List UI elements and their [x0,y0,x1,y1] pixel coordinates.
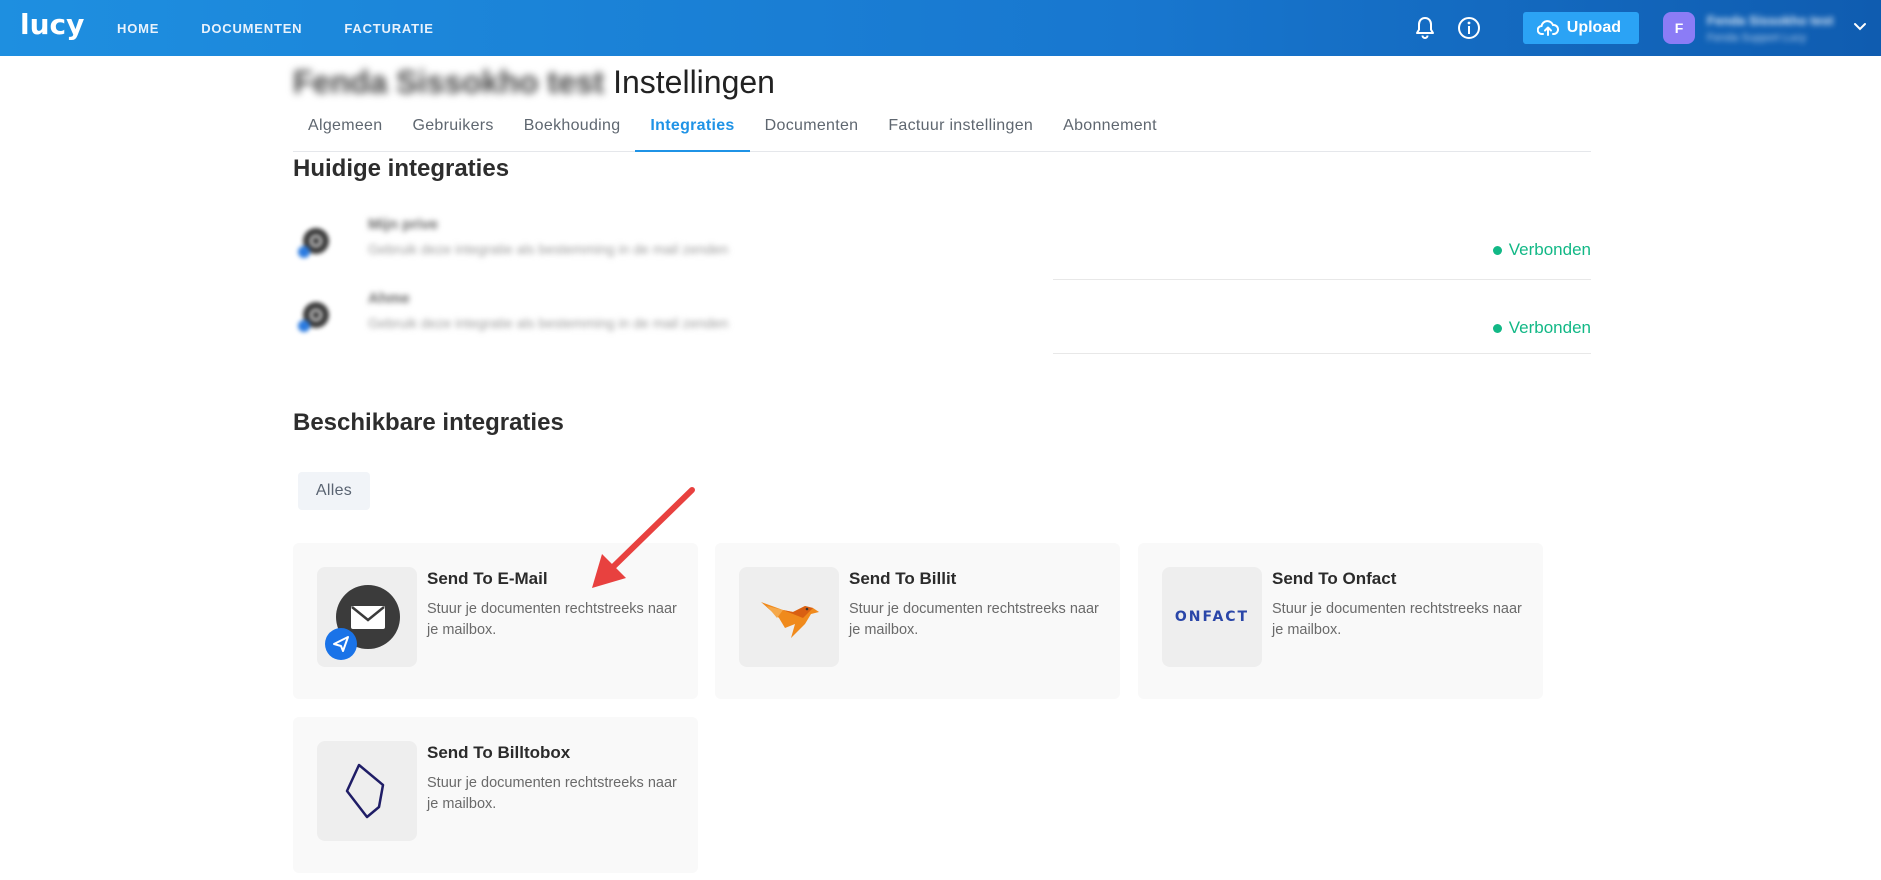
top-right-actions: Upload F Fenda Sissokho test Fenda Suppo… [1409,0,1881,56]
chevron-down-icon[interactable] [1853,19,1867,37]
billtobox-logo [317,741,417,841]
integration-description: Gebruik deze integratie als bestemming i… [368,241,729,257]
integration-card-billtobox[interactable]: Send To Billtobox Stuur je documenten re… [293,717,698,873]
user-avatar[interactable]: F [1663,12,1695,44]
tab-boekhouding[interactable]: Boekhouding [509,108,636,152]
upload-label: Upload [1566,19,1621,36]
filter-all-button[interactable]: Alles [298,472,370,510]
user-info[interactable]: Fenda Sissokho test Fenda Support Lucy [1707,13,1845,44]
card-description: Stuur je documenten rechtstreeks naar je… [849,601,1099,638]
onfact-logo-text: ONFACT [1174,609,1250,625]
tab-gebruikers[interactable]: Gebruikers [397,108,508,152]
tab-abonnement[interactable]: Abonnement [1048,108,1172,152]
integration-card-email[interactable]: Send To E-Mail Stuur je documenten recht… [293,543,698,699]
card-title: Send To Onfact [1272,569,1397,588]
nav-home[interactable]: HOME [117,21,159,36]
info-icon[interactable] [1453,12,1485,44]
lucy-logo[interactable]: lucy [20,8,84,41]
integration-description: Gebruik deze integratie als bestemming i… [368,315,729,331]
nav-documenten[interactable]: DOCUMENTEN [201,21,302,36]
integration-text: Mijn prive Gebruik deze integratie als b… [368,216,728,257]
status-text: Verbonden [1508,240,1591,259]
available-integrations-title: Beschikbare integraties [293,409,564,436]
current-integration-row[interactable]: Mijn prive Gebruik deze integratie als b… [293,206,1591,280]
status-text: Verbonden [1508,318,1591,337]
user-name: Fenda Sissokho test [1707,12,1834,28]
card-description: Stuur je documenten rechtstreeks naar je… [427,601,677,638]
top-navigation-bar: lucy HOME DOCUMENTEN FACTURATIE Upload F… [0,0,1881,56]
notifications-bell-icon[interactable] [1409,12,1441,44]
card-description: Stuur je documenten rechtstreeks naar je… [427,775,677,812]
status-dot [1492,323,1502,333]
row-divider [1053,353,1591,354]
nav-facturatie[interactable]: FACTURATIE [344,21,433,36]
page-title-text: Instellingen [613,64,775,100]
status-badge: Verbonden [1492,318,1591,338]
onfact-logo: ONFACT [1162,567,1262,667]
polygon-outline-icon [345,763,385,819]
tab-factuur-instellingen[interactable]: Factuur instellingen [873,108,1048,152]
chat-bubble-icon [297,226,331,260]
email-logo [317,567,417,667]
chat-bubble-icon [297,300,331,334]
card-title: Send To Billtobox [427,743,571,762]
card-title: Send To E-Mail [427,569,548,588]
tab-integraties[interactable]: Integraties [635,108,750,152]
status-dot [1492,245,1502,255]
current-integrations-title: Huidige integraties [293,155,510,182]
page-title: Fenda Sissokho test Instellingen [293,64,775,101]
status-badge: Verbonden [1492,240,1591,260]
bird-icon [761,602,819,638]
cloud-upload-icon [1536,20,1559,36]
integration-card-onfact[interactable]: ONFACT Send To Onfact Stuur je documente… [1138,543,1543,699]
company-name: Fenda Sissokho test [293,64,605,100]
settings-tabs: Algemeen Gebruikers Boekhouding Integrat… [293,108,1591,152]
billit-logo [739,567,839,667]
card-description: Stuur je documenten rechtstreeks naar je… [1272,601,1522,638]
card-title: Send To Billit [849,569,957,588]
tab-algemeen[interactable]: Algemeen [293,108,397,152]
integration-name: Ahme [368,290,410,307]
integration-card-billit[interactable]: Send To Billit Stuur je documenten recht… [715,543,1120,699]
current-integration-row[interactable]: Ahme Gebruik deze integratie als bestemm… [293,280,1591,354]
integration-name: Mijn prive [368,216,439,233]
upload-button[interactable]: Upload [1522,12,1639,44]
user-subtitle: Fenda Support Lucy [1707,31,1807,44]
main-nav: HOME DOCUMENTEN FACTURATIE [117,0,476,56]
envelope-icon [325,585,400,660]
integration-text: Ahme Gebruik deze integratie als bestemm… [368,290,728,331]
tab-documenten[interactable]: Documenten [750,108,874,152]
